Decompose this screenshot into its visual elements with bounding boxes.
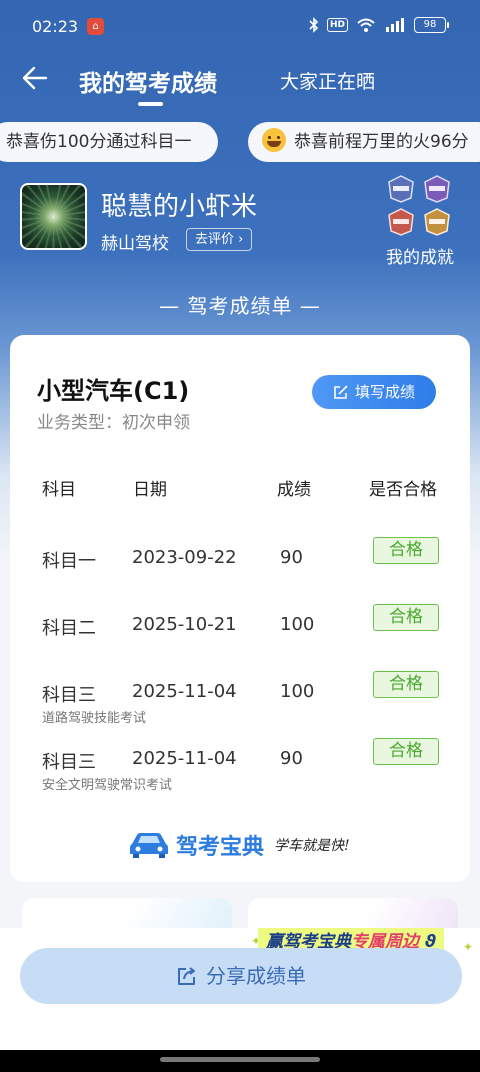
car-logo-icon xyxy=(130,833,168,858)
fill-score-label: 填写成绩 xyxy=(354,383,415,401)
pass-badge: 合格 xyxy=(373,537,439,564)
sparkle-icon: ✦ xyxy=(463,940,474,954)
row-score: 90 xyxy=(280,547,303,568)
status-time: 02:23 xyxy=(32,17,79,36)
column-header-date: 日期 xyxy=(133,480,167,500)
share-report-button[interactable]: 分享成绩单 xyxy=(20,948,462,1004)
review-button[interactable]: 去评价 › xyxy=(186,228,253,251)
pass-badge: 合格 xyxy=(373,604,439,631)
badge-icon xyxy=(388,175,414,203)
wifi-icon xyxy=(357,18,375,32)
row-subject: 科目三 xyxy=(42,752,96,773)
row-date: 2025-11-04 xyxy=(132,748,237,769)
row-date: 2025-11-04 xyxy=(132,681,237,702)
row-score: 100 xyxy=(280,681,315,702)
badge-icon xyxy=(424,175,450,203)
table-row: 科目三 2025-11-04 100 合格 道路驾驶技能考试 xyxy=(10,671,470,741)
home-indicator[interactable] xyxy=(160,1057,320,1062)
back-button[interactable] xyxy=(18,60,54,96)
pass-badge: 合格 xyxy=(373,671,439,698)
battery-icon: 98 xyxy=(414,17,449,33)
edit-icon xyxy=(334,385,348,399)
marquee-item: 恭喜伤100分通过科目一 xyxy=(0,122,218,162)
row-note: 安全文明驾驶常识考试 xyxy=(42,778,173,793)
row-note: 道路驾驶技能考试 xyxy=(42,711,147,726)
review-label: 去评价 xyxy=(195,232,235,247)
share-label: 分享成绩单 xyxy=(206,964,306,988)
tab-active-indicator xyxy=(138,102,163,106)
my-achievements-label[interactable]: 我的成就 xyxy=(386,243,454,268)
achievement-badges[interactable] xyxy=(386,174,454,238)
marquee-text: 恭喜前程万里的火96分 xyxy=(294,132,469,152)
table-row: 科目三 2025-11-04 90 合格 安全文明驾驶常识考试 xyxy=(10,738,470,808)
row-score: 100 xyxy=(280,614,315,635)
tab-everyone-sharing[interactable]: 大家正在晒 xyxy=(280,67,375,94)
brand-slogan: 学车就是快! xyxy=(274,838,350,854)
business-type: 业务类型：初次申领 xyxy=(37,413,190,433)
pass-badge: 合格 xyxy=(373,738,439,765)
user-nickname: 聪慧的小虾米 xyxy=(101,192,258,222)
badge-icon xyxy=(388,208,414,236)
marquee-item: 恭喜前程万里的火96分 xyxy=(248,122,480,162)
avatar[interactable] xyxy=(20,183,87,250)
score-card: 小型汽车(C1) 业务类型：初次申领 填写成绩 科目 日期 成绩 是否合格 科目… xyxy=(10,335,470,882)
hd-icon: HD xyxy=(326,18,348,32)
table-row: 科目一 2023-09-22 90 合格 xyxy=(10,537,470,607)
brand-name: 驾考宝典 xyxy=(176,835,265,860)
marquee-text: 恭喜伤100分通过科目一 xyxy=(6,132,192,152)
tab-my-scores[interactable]: 我的驾考成绩 xyxy=(79,64,217,98)
license-type: 小型汽车(C1) xyxy=(37,377,190,405)
report-title: — 驾考成绩单 — xyxy=(159,294,321,318)
row-date: 2025-10-21 xyxy=(132,614,237,635)
row-subject: 科目一 xyxy=(42,551,96,572)
column-header-subject: 科目 xyxy=(42,480,76,500)
brand-logo: 驾考宝典 学车就是快! xyxy=(128,827,350,863)
column-header-passed: 是否合格 xyxy=(369,480,437,500)
share-icon xyxy=(178,967,195,985)
chevron-right-icon: › xyxy=(234,232,244,247)
row-subject: 科目二 xyxy=(42,618,96,639)
driving-school-name: 赫山驾校 xyxy=(101,234,169,254)
grin-emoji-icon xyxy=(262,128,286,152)
row-date: 2023-09-22 xyxy=(132,547,237,568)
app-notification-icon: ⌂ xyxy=(87,18,104,35)
arrow-left-icon xyxy=(22,66,48,90)
status-bar: 02:23 ⌂ HD 98 xyxy=(0,0,480,56)
row-score: 90 xyxy=(280,748,303,769)
fill-score-button[interactable]: 填写成绩 xyxy=(312,375,436,409)
bluetooth-icon xyxy=(309,17,319,33)
row-subject: 科目三 xyxy=(42,685,96,706)
status-icons: HD 98 xyxy=(309,17,449,33)
column-header-score: 成绩 xyxy=(277,480,311,500)
table-row: 科目二 2025-10-21 100 合格 xyxy=(10,604,470,674)
badge-icon xyxy=(424,208,450,236)
signal-icon xyxy=(386,18,404,32)
